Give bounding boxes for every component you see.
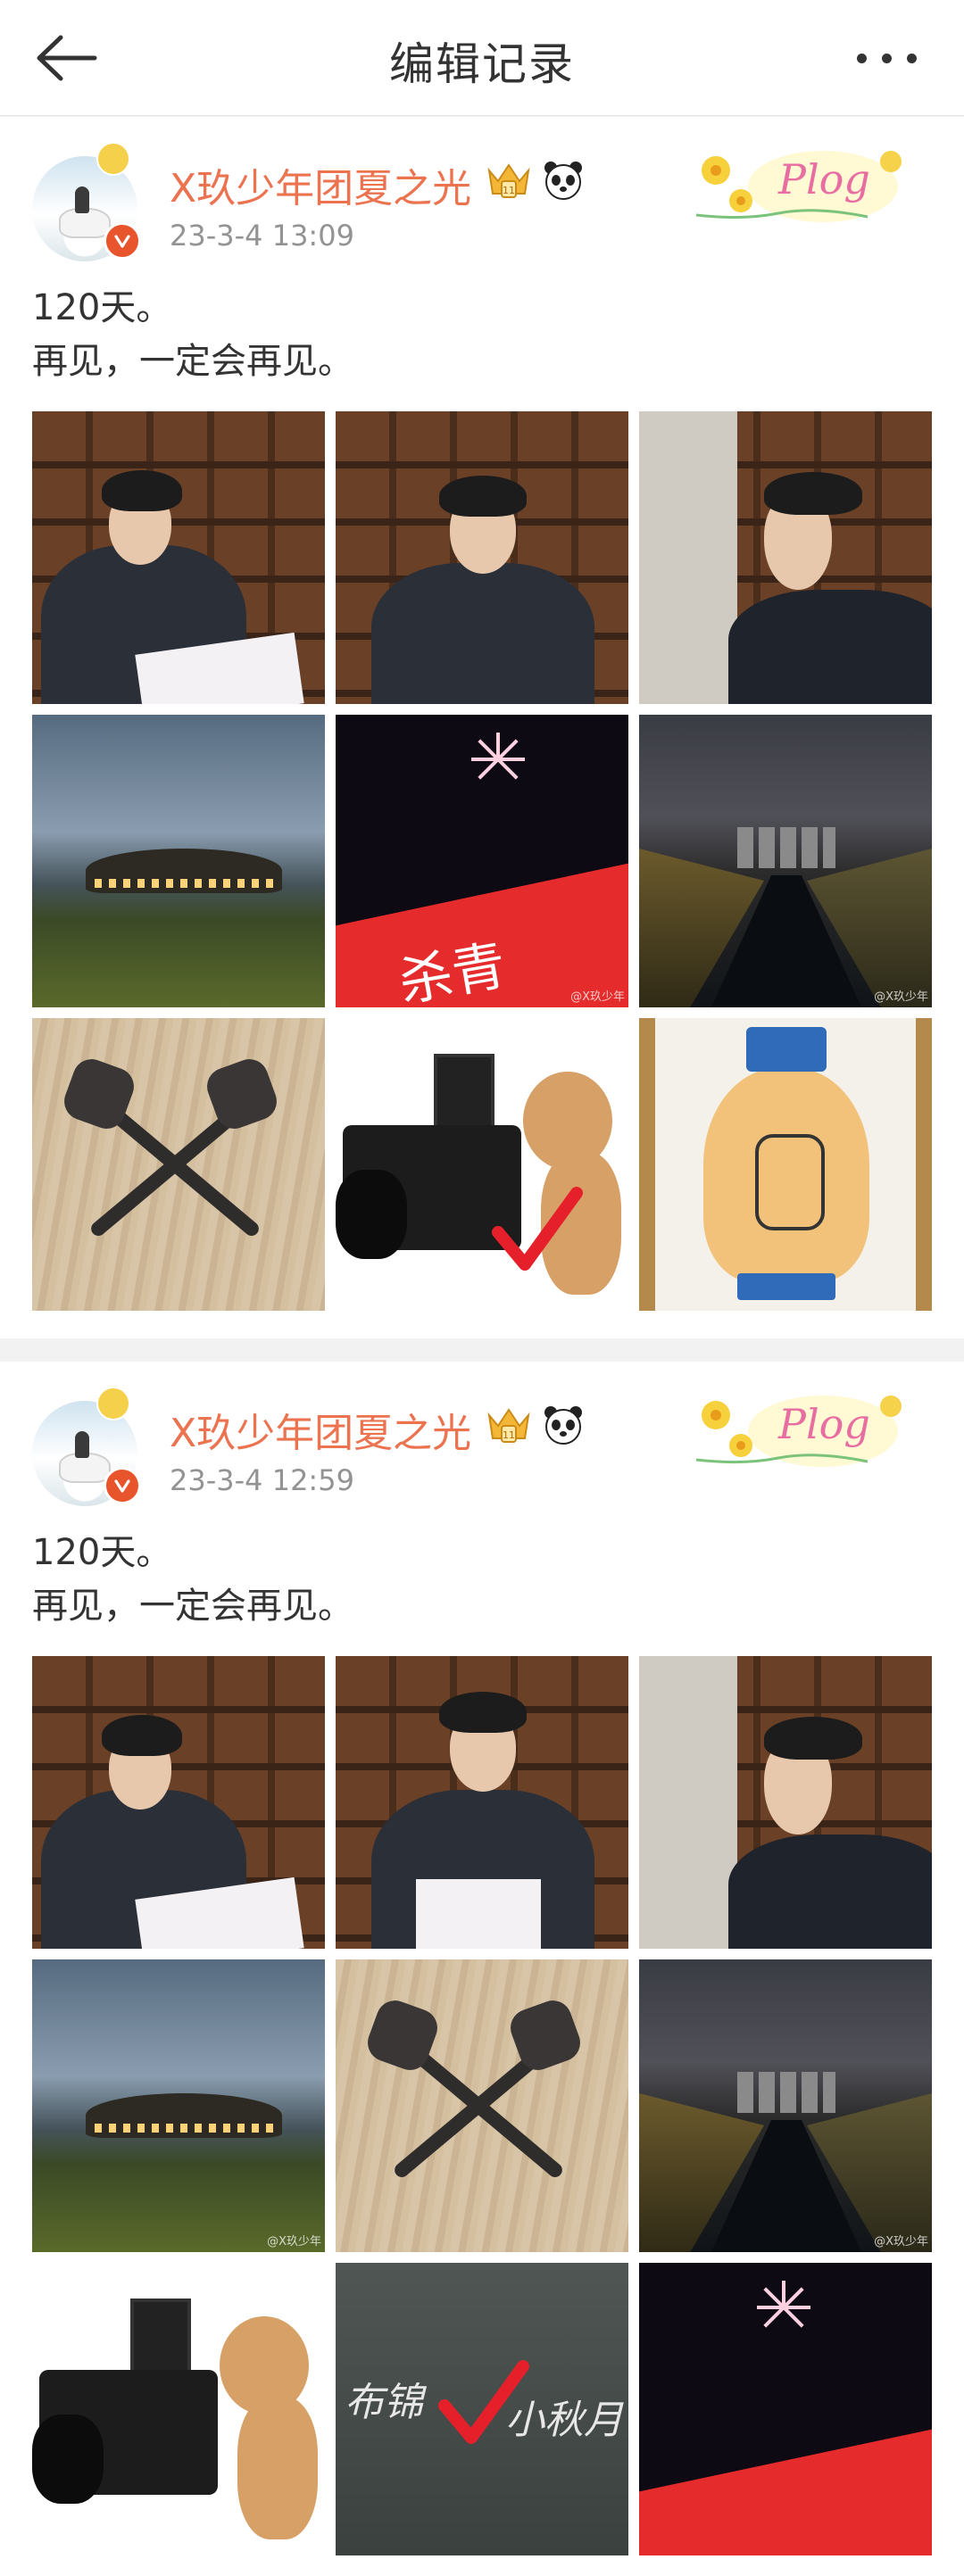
photo-reading-script[interactable] bbox=[32, 1656, 325, 1949]
edit-record-card: X玖少年团夏之光 11 23-3-4 12:59 Plog 120天。 再见，一… bbox=[0, 1362, 964, 2576]
photo-profile-shelf[interactable] bbox=[639, 1656, 932, 1949]
photo-crossed-keys[interactable] bbox=[32, 1018, 325, 1311]
plog-sticker-icon: Plog bbox=[695, 151, 902, 222]
photo-portrait-shelf[interactable] bbox=[336, 411, 628, 704]
photo-night-river[interactable]: @X玖少年 bbox=[639, 715, 932, 1007]
post-timestamp: 23-3-4 12:59 bbox=[170, 1463, 354, 1497]
photo-crossed-keys[interactable] bbox=[336, 1959, 628, 2252]
more-button[interactable] bbox=[853, 50, 925, 68]
watermark: @X玖少年 bbox=[874, 2235, 928, 2249]
more-dots-icon bbox=[857, 54, 867, 63]
username[interactable]: X玖少年团夏之光 bbox=[170, 156, 471, 213]
photo-fireworks-banner[interactable] bbox=[639, 2263, 932, 2555]
photo-fireworks-banner[interactable]: 杀青 @X玖少年 bbox=[336, 715, 628, 1007]
verified-badge-icon bbox=[104, 222, 141, 260]
svg-text:11: 11 bbox=[503, 1429, 515, 1441]
photo-night-landscape[interactable] bbox=[32, 715, 325, 1007]
watermark: @X玖少年 bbox=[267, 2235, 321, 2249]
panda-icon bbox=[544, 162, 582, 200]
crown-icon: 11 bbox=[487, 163, 530, 198]
edit-record-card: X玖少年团夏之光 11 23-3-4 13:09 Plog 120天。 再见，一… bbox=[0, 117, 964, 1338]
photo-grid: @X玖少年 @X玖少年 布锦 小秋月 bbox=[32, 1656, 932, 2555]
post-content: 120天。 再见，一定会再见。 bbox=[32, 281, 353, 388]
card-divider bbox=[0, 1338, 964, 1362]
avatar-decoration-icon bbox=[96, 1387, 130, 1421]
username[interactable]: X玖少年团夏之光 bbox=[170, 1401, 471, 1458]
photo-reading-script[interactable] bbox=[32, 411, 325, 704]
svg-text:Plog: Plog bbox=[777, 1400, 870, 1448]
photo-vase-painting[interactable] bbox=[639, 1018, 932, 1311]
crown-icon: 11 bbox=[487, 1408, 530, 1443]
post-text-line: 再见，一定会再见。 bbox=[32, 341, 353, 382]
panda-icon bbox=[544, 1406, 582, 1445]
post-text-line: 再见，一定会再见。 bbox=[32, 1586, 353, 1627]
post-timestamp: 23-3-4 13:09 bbox=[170, 219, 354, 253]
verified-badge-icon bbox=[104, 1467, 141, 1504]
photo-camera-dog[interactable] bbox=[32, 2263, 325, 2555]
watermark: @X玖少年 bbox=[570, 990, 625, 1004]
top-navigation-bar: 编辑记录 bbox=[0, 0, 964, 116]
post-text-line: 120天。 bbox=[32, 1532, 172, 1573]
photo-night-river[interactable]: @X玖少年 bbox=[639, 1959, 932, 2252]
page-title: 编辑记录 bbox=[389, 38, 575, 90]
avatar-decoration-icon bbox=[96, 142, 130, 176]
chalk-text-left: 布锦 bbox=[345, 2380, 423, 2425]
post-content: 120天。 再见，一定会再见。 bbox=[32, 1526, 353, 1633]
svg-text:11: 11 bbox=[503, 185, 515, 196]
photo-portrait-shelf[interactable] bbox=[336, 1656, 628, 1949]
photo-night-landscape[interactable]: @X玖少年 bbox=[32, 1959, 325, 2252]
check-mark-icon bbox=[492, 1187, 583, 1271]
watermark: @X玖少年 bbox=[874, 990, 928, 1004]
post-text-line: 120天。 bbox=[32, 287, 172, 328]
photo-camera-dog[interactable] bbox=[336, 1018, 628, 1311]
photo-chalk-writing[interactable]: 布锦 小秋月 bbox=[336, 2263, 628, 2555]
plog-sticker-icon: Plog bbox=[695, 1396, 902, 1467]
photo-profile-shelf[interactable] bbox=[639, 411, 932, 704]
photo-grid: 杀青 @X玖少年 @X玖少年 bbox=[32, 411, 932, 1311]
svg-text:Plog: Plog bbox=[777, 155, 870, 203]
check-mark-icon bbox=[438, 2360, 529, 2444]
